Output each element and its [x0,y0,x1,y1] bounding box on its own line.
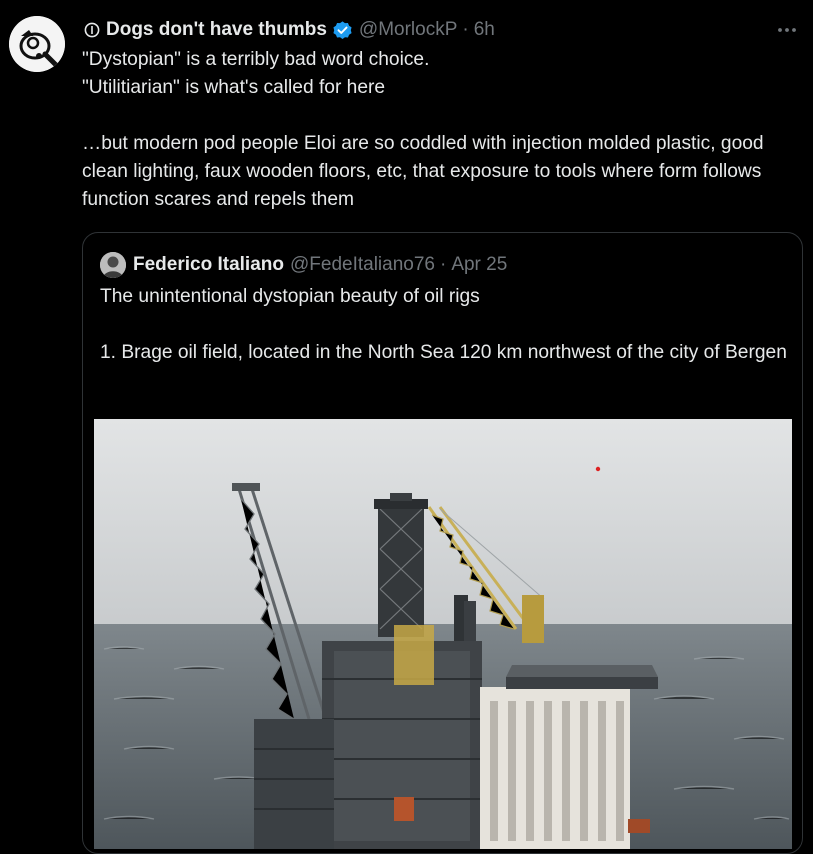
quote-author-avatar[interactable] [100,252,126,278]
meta-separator: · [439,254,447,275]
author-name-text: Dogs don't have thumbs [106,19,327,40]
quote-line: The unintentional dystopian beauty of oi… [100,286,480,307]
quote-date[interactable]: Apr 25 [451,254,507,276]
tweet-line: "Utilitiarian" is what's called for here [82,77,386,98]
author-handle[interactable]: @MorlockP [359,19,457,41]
quote-author-name[interactable]: Federico Italiano [133,254,284,276]
quoted-tweet[interactable]: Federico Italiano @FedeItaliano76 · Apr … [82,232,803,854]
tweet-line: "Dystopian" is a terribly bad word choic… [82,49,430,70]
tweet-line: …but modern pod people Eloi are so coddl… [82,133,764,210]
quote-author-handle[interactable]: @FedeItaliano76 [290,254,435,276]
oil-rig-photo[interactable] [94,419,792,849]
tweet-header: Dogs don't have thumbs @MorlockP · 6h [84,16,495,44]
author-avatar[interactable] [9,16,65,72]
author-name[interactable]: Dogs don't have thumbs [84,19,327,41]
tweet-time[interactable]: 6h [474,19,495,41]
meta-separator: · [462,19,469,40]
more-dots-icon[interactable] [775,18,799,42]
quote-header: Federico Italiano @FedeItaliano76 · Apr … [100,251,507,279]
quote-body: The unintentional dystopian beauty of oi… [100,283,790,367]
tweet-body: "Dystopian" is a terribly bad word choic… [82,46,804,214]
verified-badge-icon [333,20,352,39]
dog-avatar-icon [9,16,65,72]
quote-line: 1. Brage oil field, located in the North… [100,342,787,363]
oil-rig-image [94,419,792,849]
portrait-avatar-icon [100,252,126,278]
info-circle-icon [84,22,100,38]
